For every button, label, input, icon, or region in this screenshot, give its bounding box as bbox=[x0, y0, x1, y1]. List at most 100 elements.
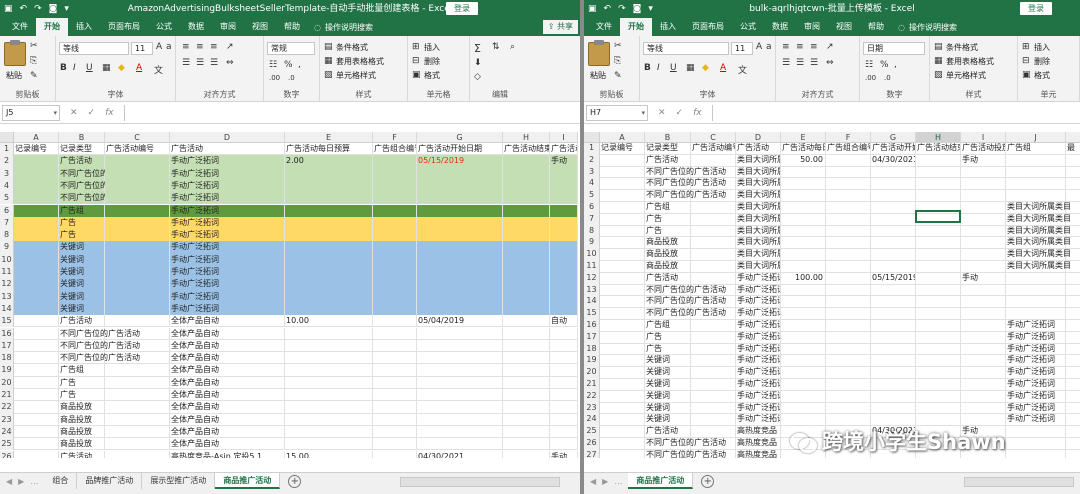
cell[interactable]: 50.00 bbox=[781, 154, 826, 167]
cell[interactable] bbox=[781, 284, 826, 297]
cell[interactable]: 不同广告位的广告活动 bbox=[59, 167, 140, 180]
cell[interactable] bbox=[417, 167, 503, 180]
cell[interactable]: 关键词 bbox=[645, 379, 691, 391]
cell[interactable] bbox=[600, 449, 645, 458]
cell[interactable] bbox=[1066, 226, 1080, 238]
cell[interactable] bbox=[600, 379, 645, 391]
cut-icon[interactable]: ✂ bbox=[30, 41, 38, 51]
row-number[interactable]: 4 bbox=[584, 178, 600, 191]
cell[interactable] bbox=[871, 343, 916, 356]
cell[interactable] bbox=[781, 402, 826, 415]
cell[interactable] bbox=[105, 327, 170, 340]
cell[interactable] bbox=[503, 216, 550, 230]
cell[interactable]: 广告组 bbox=[1006, 143, 1066, 155]
tab-0[interactable]: 文件 bbox=[588, 18, 620, 36]
cell[interactable] bbox=[417, 253, 503, 266]
cell[interactable] bbox=[871, 213, 916, 226]
cell[interactable] bbox=[916, 343, 961, 356]
tab-4[interactable]: 公式 bbox=[732, 18, 764, 36]
cell[interactable] bbox=[417, 241, 503, 254]
cell[interactable] bbox=[14, 155, 59, 168]
cell[interactable] bbox=[1006, 426, 1066, 438]
cell[interactable] bbox=[871, 308, 916, 320]
align-center-icon[interactable]: ☰ bbox=[796, 58, 804, 68]
cell[interactable] bbox=[916, 178, 961, 191]
cell[interactable] bbox=[373, 179, 417, 193]
cell[interactable]: 商品投放 bbox=[59, 425, 105, 439]
column-letter[interactable]: G bbox=[871, 132, 916, 143]
row-number[interactable]: 2 bbox=[584, 154, 600, 167]
row-number[interactable]: 5 bbox=[0, 192, 14, 205]
cell[interactable] bbox=[285, 413, 373, 426]
cell[interactable] bbox=[961, 237, 1006, 250]
cell[interactable] bbox=[916, 261, 961, 273]
customize-qat-icon[interactable]: ▾ bbox=[648, 0, 653, 18]
cell[interactable]: 关键词 bbox=[59, 266, 105, 279]
cell[interactable] bbox=[417, 352, 503, 365]
cell[interactable] bbox=[417, 438, 503, 451]
cell[interactable] bbox=[105, 352, 170, 365]
cell[interactable] bbox=[550, 389, 578, 402]
cell[interactable] bbox=[503, 413, 550, 426]
cell[interactable]: 广告组 bbox=[645, 320, 691, 332]
cell[interactable] bbox=[1066, 355, 1080, 367]
cell[interactable] bbox=[373, 167, 417, 180]
cell[interactable] bbox=[1006, 190, 1066, 202]
conditional-format-button[interactable]: 条件格式 bbox=[946, 42, 978, 53]
cell[interactable]: 类目大词所属类目 bbox=[1006, 261, 1071, 273]
cell[interactable] bbox=[691, 296, 736, 309]
cell[interactable] bbox=[916, 355, 961, 368]
cell[interactable] bbox=[826, 237, 871, 250]
delete-cells-icon[interactable]: ⊟ bbox=[1022, 56, 1030, 66]
font-grow-icon[interactable]: A bbox=[756, 42, 762, 52]
merge-icon[interactable]: ⇔ bbox=[226, 58, 234, 68]
cell[interactable]: 手动广泛拓词 bbox=[736, 379, 781, 391]
cell[interactable] bbox=[916, 166, 961, 179]
cell[interactable] bbox=[285, 438, 373, 451]
row-number[interactable]: 9 bbox=[0, 241, 14, 254]
sheet-tab[interactable]: 品牌推广活动 bbox=[77, 473, 143, 489]
cell[interactable] bbox=[600, 331, 645, 344]
cell[interactable]: 不同广告位的广告活动 bbox=[645, 284, 726, 297]
row-number[interactable]: 8 bbox=[0, 229, 14, 242]
cell[interactable] bbox=[14, 315, 59, 328]
align-left-icon[interactable]: ☰ bbox=[182, 58, 190, 68]
cell[interactable] bbox=[285, 266, 373, 279]
cell[interactable]: 手动广泛拓词 bbox=[170, 204, 285, 217]
cell[interactable] bbox=[1066, 426, 1080, 438]
cell[interactable] bbox=[285, 389, 373, 402]
cell[interactable] bbox=[417, 364, 503, 377]
cell[interactable]: 广告活动 bbox=[736, 143, 781, 155]
cell[interactable] bbox=[916, 331, 961, 344]
cell[interactable]: 高热度竞品 bbox=[736, 426, 781, 438]
cell[interactable]: 手动广泛拓词 bbox=[736, 308, 781, 320]
cell[interactable] bbox=[503, 253, 550, 266]
cell[interactable] bbox=[826, 320, 871, 332]
cell[interactable] bbox=[550, 339, 578, 353]
cell[interactable]: 关键词 bbox=[645, 390, 691, 403]
cell[interactable] bbox=[961, 190, 1006, 202]
cell[interactable]: 类目大词所属 bbox=[736, 154, 781, 167]
cell[interactable] bbox=[691, 390, 736, 403]
cell[interactable]: 广告活动结束日期 bbox=[503, 143, 550, 156]
prev-sheet-icon[interactable]: ◀ bbox=[6, 477, 12, 486]
cell[interactable] bbox=[1066, 237, 1080, 249]
cell[interactable]: 广告活动 bbox=[645, 426, 691, 438]
cell[interactable] bbox=[550, 352, 578, 365]
cell[interactable] bbox=[373, 192, 417, 205]
cell[interactable] bbox=[600, 166, 645, 179]
delete-cells-icon[interactable]: ⊟ bbox=[412, 56, 420, 66]
cell[interactable]: 广告 bbox=[59, 376, 105, 389]
phonetic-icon[interactable]: 文 bbox=[738, 63, 747, 76]
cell[interactable] bbox=[871, 367, 916, 379]
cell[interactable] bbox=[105, 266, 170, 279]
cell[interactable]: 不同广告位的广告活动 bbox=[645, 449, 726, 458]
cell[interactable] bbox=[373, 401, 417, 414]
align-center-icon[interactable]: ☰ bbox=[196, 58, 204, 68]
cell[interactable] bbox=[550, 290, 578, 303]
cell[interactable]: 类目大词所属 bbox=[736, 249, 781, 261]
cell[interactable] bbox=[14, 438, 59, 451]
column-letter[interactable]: C bbox=[105, 132, 170, 143]
cell[interactable] bbox=[600, 296, 645, 309]
cell[interactable] bbox=[826, 296, 871, 309]
